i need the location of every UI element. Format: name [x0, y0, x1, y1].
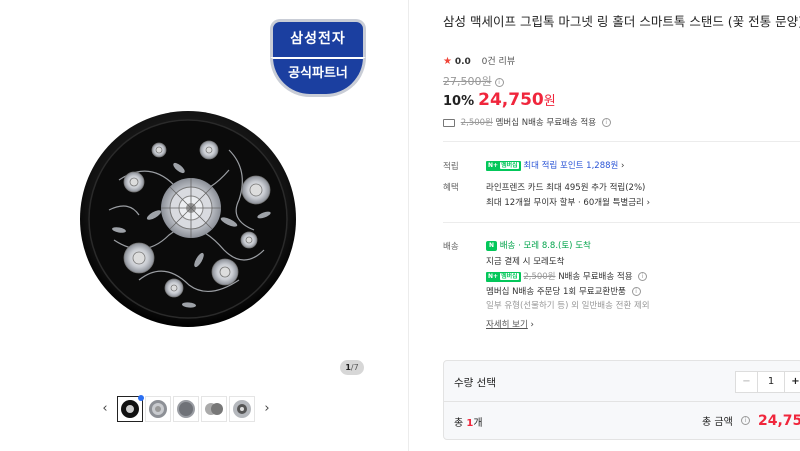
chevron-right-icon: ›	[621, 161, 625, 171]
max-points-text: 최대 적립 포인트 1,288원	[523, 161, 619, 171]
thumbnail-next-arrow[interactable]: ›	[260, 400, 274, 418]
thumbnail-prev-arrow[interactable]: ‹	[98, 400, 112, 418]
section-divider	[443, 141, 800, 142]
quantity-label: 수량 선택	[454, 377, 496, 389]
thumbnail-strip: ‹ ›	[96, 395, 276, 422]
product-title: 삼성 맥세이프 그립톡 마그넷 링 홀더 스마트톡 스탠드 (꽃 전통 문양)	[443, 14, 800, 29]
delivery-date: 모레 8.8.(토) 도착	[523, 241, 591, 251]
total-prefix: 총	[454, 418, 467, 429]
benefit-label: 혜택	[443, 183, 459, 193]
membership-tag: 멤버십	[500, 161, 519, 169]
delivery-line2: N+ 멤버십 2,500원 N배송 무료배송 적용 i	[486, 270, 648, 282]
total-amount: 24,750원	[757, 413, 800, 429]
installment-text: 최대 12개월 무이자 할부 · 60개월 특별금리	[486, 198, 644, 208]
info-icon[interactable]: i	[494, 77, 504, 87]
thumbnail-2[interactable]	[145, 396, 171, 422]
thumbnail-3[interactable]	[173, 396, 199, 422]
image-counter-total: /7	[350, 363, 359, 372]
delivery-prefix: 배송 ·	[499, 241, 524, 251]
panel-divider	[408, 0, 409, 451]
total-amount-label: 총 금액	[702, 417, 733, 428]
info-icon[interactable]: i	[638, 272, 648, 281]
original-price-row: 27,500원 i	[443, 73, 504, 89]
total-suffix: 개	[473, 418, 483, 429]
points-label: 적립	[443, 162, 459, 172]
samsung-partner-badge: 삼성전자 공식파트너	[270, 19, 366, 97]
delivery-title-row: N 배송 · 모레 8.8.(토) 도착	[486, 239, 591, 251]
section-divider	[443, 222, 800, 223]
product-main-image[interactable]	[79, 110, 297, 328]
sale-price: 24,750	[478, 90, 544, 110]
product-gallery: 삼성전자 공식파트너 1/7 ‹ ›	[0, 0, 408, 451]
naver-plus-badge: N+ 멤버십	[486, 271, 521, 282]
quantity-panel: 수량 선택 − 1 + 총 1개 총 금액 i 24,750원	[443, 360, 800, 440]
original-price: 27,500원	[443, 75, 492, 88]
card-benefit-text: 라인프렌즈 카드 최대 495원 추가 적립(2%)	[486, 183, 646, 193]
product-info: 삼성 맥세이프 그립톡 마그넷 링 홀더 스마트톡 스탠드 (꽃 전통 문양) …	[443, 0, 800, 360]
shipping-original-fee: 2,500원	[460, 118, 493, 128]
badge-line2: 공식파트너	[270, 57, 366, 97]
chevron-right-icon: ›	[530, 320, 534, 330]
sale-price-row: 10% 24,750원	[443, 90, 556, 110]
quantity-input[interactable]: 1	[758, 372, 784, 392]
quantity-stepper: − 1 +	[735, 371, 800, 393]
delivery-label: 배송	[443, 242, 459, 252]
naver-plus-badge-text: N+	[488, 161, 499, 169]
points-row[interactable]: N+ 멤버십 최대 적립 포인트 1,288원 ›	[486, 159, 624, 171]
center-peony-motif	[161, 178, 221, 238]
truck-icon	[443, 118, 455, 127]
total-amount-row: 총 금액 i 24,750원	[702, 410, 800, 430]
badge-line1: 삼성전자	[270, 19, 366, 57]
thumbnail-4[interactable]	[201, 396, 227, 422]
naver-plus-badge-text: N+	[488, 272, 499, 280]
rating-score: 0.0	[454, 57, 471, 67]
delivery-original-fee: 2,500원	[523, 272, 556, 282]
image-counter: 1/7	[340, 360, 364, 375]
quantity-minus-button[interactable]: −	[736, 372, 758, 392]
info-icon[interactable]: i	[631, 287, 641, 296]
chevron-right-icon: ›	[646, 198, 650, 208]
more-link-text: 자세히 보기	[486, 320, 528, 330]
delivery-more-link[interactable]: 자세히 보기 ›	[486, 318, 534, 330]
membership-tag: 멤버십	[500, 272, 519, 280]
thumbnail-5[interactable]	[229, 396, 255, 422]
delivery-line4: 일부 유형(선물하기 등) 외 일반배송 전환 제외	[486, 301, 650, 311]
delivery-free-text: N배송 무료배송 적용	[558, 272, 633, 282]
n-delivery-truck-icon: N	[486, 240, 498, 251]
delivery-line3: 멤버십 N배송 주문당 1회 무료교환반품 i	[486, 285, 641, 297]
info-icon[interactable]: i	[601, 118, 611, 127]
selected-indicator	[138, 395, 144, 401]
naver-plus-badge: N+ 멤버십	[486, 160, 521, 171]
delivery-line1: 지금 결제 시 모레도착	[486, 257, 565, 267]
review-count-link[interactable]: 0건 리뷰	[482, 57, 515, 67]
discount-percent: 10%	[443, 94, 475, 109]
card-benefit-line: 라인프렌즈 카드 최대 495원 추가 적립(2%)	[486, 181, 645, 193]
shipping-fee-row: 2,500원 멤버십 N배송 무료배송 적용 i	[443, 116, 611, 128]
quantity-divider	[444, 401, 800, 402]
quantity-plus-button[interactable]: +	[784, 372, 800, 392]
total-quantity: 총 1개	[454, 414, 483, 429]
shipping-fee-text: 멤버십 N배송 무료배송 적용	[495, 118, 597, 128]
info-icon[interactable]: i	[740, 416, 750, 425]
installment-benefit-row[interactable]: 최대 12개월 무이자 할부 · 60개월 특별금리 ›	[486, 196, 650, 208]
star-icon: ★	[443, 56, 452, 67]
rating-row: ★ 0.0 0건 리뷰	[443, 54, 515, 67]
sale-currency: 원	[543, 94, 556, 109]
thumbnail-1[interactable]	[117, 395, 144, 422]
delivery-return-text: 멤버십 N배송 주문당 1회 무료교환반품	[486, 287, 626, 297]
